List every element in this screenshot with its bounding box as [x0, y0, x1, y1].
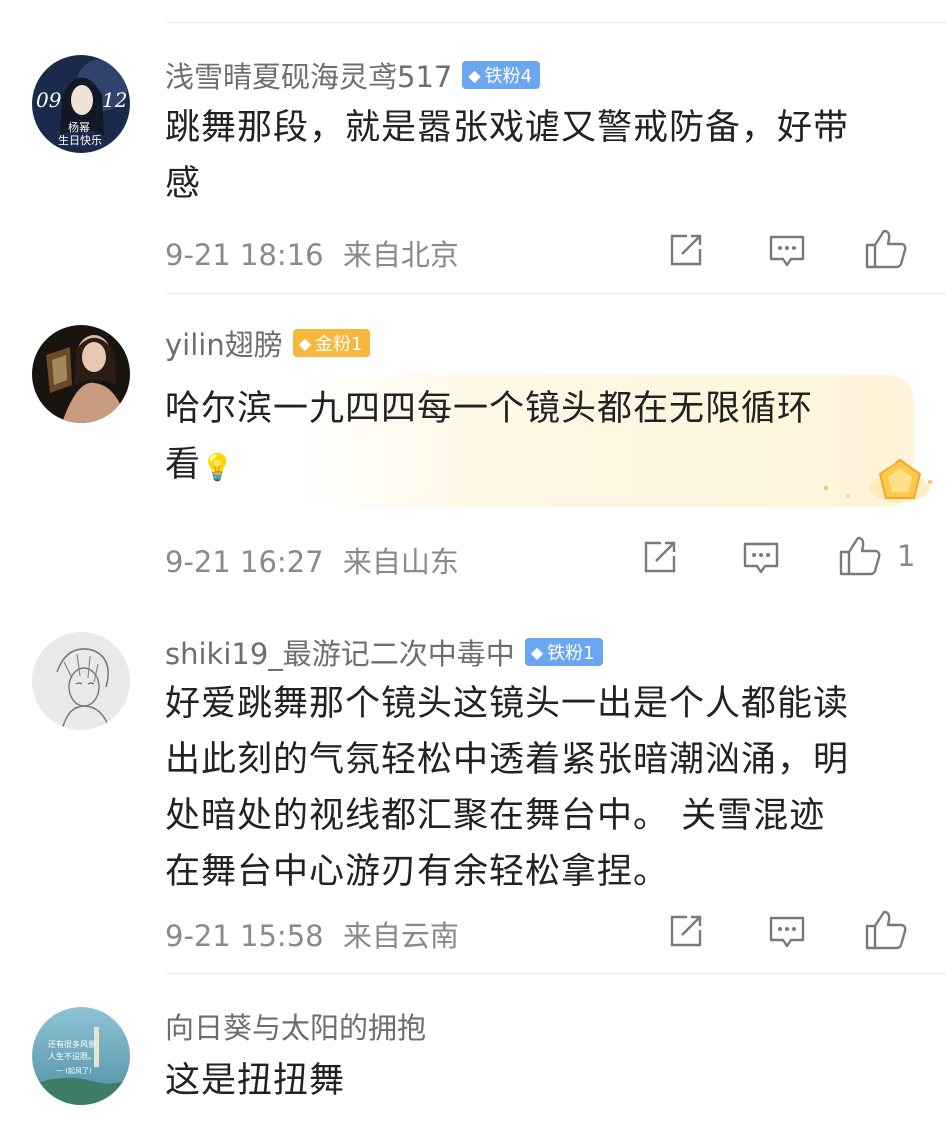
avatar[interactable]: 09 12 杨幂 生日快乐 — [32, 55, 130, 153]
comment-text: 哈尔滨一九四四每一个镜头都在无限循环 看💡 — [165, 381, 925, 496]
avatar[interactable] — [32, 325, 130, 423]
thumbs-up-icon[interactable] — [864, 909, 908, 951]
badge-label: 铁粉4 — [484, 66, 533, 87]
fan-badge[interactable]: ◆ 铁粉1 — [524, 638, 603, 666]
comment-header: 浅雪晴夏砚海灵鸢517 ◆ 铁粉4 — [165, 54, 541, 96]
comment-time: 9-21 16:27 — [165, 545, 324, 579]
comment-header: yilin翅膀 ◆ 金粉1 — [165, 322, 371, 364]
comment-text-line: 感 — [165, 164, 202, 204]
thumbs-up-icon[interactable] — [864, 228, 908, 270]
reward-icon — [824, 458, 932, 502]
username[interactable]: 浅雪晴夏砚海灵鸢517 — [165, 54, 452, 96]
comment-text: 跳舞那段，就是嚣张戏谑又警戒防备，好带 感 — [165, 100, 925, 212]
comment-icon[interactable] — [767, 232, 807, 270]
avatar[interactable] — [32, 632, 130, 730]
avatar-caption-2: 生日快乐 — [58, 133, 102, 147]
fan-badge[interactable]: ◆ 铁粉4 — [462, 61, 541, 89]
share-icon[interactable] — [667, 231, 705, 269]
comment-location: 来自山东 — [342, 545, 459, 579]
avatar-date-right: 12 — [102, 88, 127, 112]
share-icon[interactable] — [667, 912, 705, 950]
username[interactable]: 向日葵与太阳的拥抱 — [165, 1005, 426, 1047]
diamond-icon: ◆ — [298, 333, 312, 353]
avatar-caption-2: 人生不设限。 — [48, 1051, 96, 1061]
avatar-date-left: 09 — [36, 88, 62, 112]
thumbs-up-icon[interactable] — [838, 535, 882, 577]
comment-meta: 9-21 15:58 来自云南 — [165, 913, 459, 955]
comment-time: 9-21 18:16 — [165, 238, 324, 272]
comment-meta: 9-21 16:27 来自山东 — [165, 539, 459, 581]
comment-location: 来自云南 — [342, 919, 459, 953]
comment-location: 来自北京 — [342, 238, 459, 272]
badge-label: 金粉1 — [315, 334, 363, 355]
comment-text: 好爱跳舞那个镜头这镜头一出是个人都能读 出此刻的气氛轻松中透着紧张暗潮汹涌，明 … — [165, 676, 925, 900]
avatar[interactable]: 还有很多风景 人生不设限。 一 (起风了) — [32, 1007, 130, 1105]
share-icon[interactable] — [641, 538, 679, 576]
divider — [165, 973, 946, 974]
comment-text-line: 看💡 — [165, 437, 925, 496]
divider — [165, 293, 946, 294]
comment-text-line: 好爱跳舞那个镜头这镜头一出是个人都能读 — [165, 684, 850, 724]
diamond-icon: ◆ — [468, 65, 481, 85]
like-count: 1 — [897, 539, 916, 573]
comment-time: 9-21 15:58 — [165, 919, 324, 953]
username[interactable]: shiki19_最游记二次中毒中 — [165, 631, 515, 673]
comment-icon[interactable] — [741, 539, 781, 577]
comment-header: shiki19_最游记二次中毒中 ◆ 铁粉1 — [165, 632, 603, 672]
comment-text-line: 跳舞那段，就是嚣张戏谑又警戒防备，好带 — [165, 108, 850, 148]
diamond-icon: ◆ — [530, 642, 544, 662]
badge-label: 铁粉1 — [547, 643, 595, 664]
username[interactable]: yilin翅膀 — [165, 322, 283, 364]
avatar-caption-3: 一 (起风了) — [56, 1067, 92, 1075]
comment-text-line: 哈尔滨一九四四每一个镜头都在无限循环 — [165, 389, 814, 429]
comment-icon[interactable] — [767, 913, 807, 951]
fan-badge[interactable]: ◆ 金粉1 — [292, 329, 371, 357]
comment-text-line: 出此刻的气氛轻松中透着紧张暗潮汹涌，明 — [165, 740, 850, 780]
lightbulb-emoji: 💡 — [201, 453, 235, 483]
comment-text-line: 这是扭扭舞 — [165, 1061, 346, 1101]
comment-text-line: 在舞台中心游刃有余轻松拿捏。 — [165, 852, 670, 892]
comment-text-line: 处暗处的视线都汇聚在舞台中。 关雪混迹 — [165, 796, 826, 836]
avatar-caption-1: 杨幂 — [68, 120, 90, 134]
divider-top — [165, 22, 946, 23]
avatar-caption-1: 还有很多风景 — [48, 1039, 96, 1049]
comment-meta: 9-21 18:16 来自北京 — [165, 232, 459, 274]
comment-text-fragment: 看 — [165, 445, 202, 485]
comment-header: 向日葵与太阳的拥抱 — [165, 1006, 426, 1046]
comment-text: 这是扭扭舞 — [165, 1053, 925, 1109]
